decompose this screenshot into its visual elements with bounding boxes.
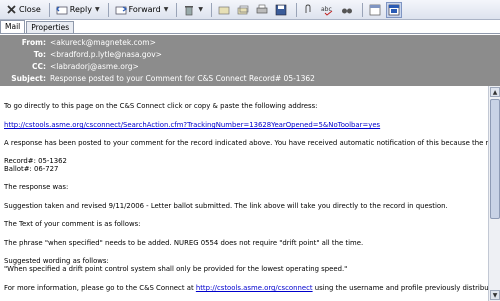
attachment-button[interactable]: [301, 2, 317, 18]
forward-button[interactable]: Forward ▼: [113, 2, 171, 18]
more-info-prefix: For more information, please go to the C…: [4, 284, 196, 292]
reply-label: Reply: [69, 5, 92, 14]
message-body[interactable]: To go directly to this page on the C&S C…: [0, 86, 488, 301]
response-text: Suggestion taken and revised 9/11/2006 -…: [4, 202, 448, 210]
forward-label: Forward: [128, 5, 161, 14]
toolbar-separator: [176, 2, 178, 17]
close-icon: [5, 4, 17, 16]
chevron-down-icon[interactable]: ▼: [164, 6, 169, 13]
folder-copy-icon: [237, 5, 249, 14]
scroll-up-arrow-icon[interactable]: ▲: [490, 87, 500, 97]
csconnect-link[interactable]: http://cstools.asme.org/csconnect: [196, 284, 313, 292]
message-header: From: <akureck@magnetek.com> To: <bradfo…: [0, 35, 500, 86]
forward-icon: [115, 4, 127, 16]
chevron-down-icon[interactable]: ▼: [95, 6, 100, 13]
reply-icon: [55, 4, 68, 16]
scroll-down-arrow-icon[interactable]: ▼: [490, 290, 500, 300]
paperclip-icon: [305, 4, 311, 13]
toolbar: Close Reply ▼ Forward ▼ ▼ abc: [0, 0, 500, 20]
toolbar-separator: [296, 2, 297, 17]
save-button[interactable]: [273, 2, 289, 18]
comment-text: The phrase "when specified" needs to be …: [4, 239, 364, 247]
to-label: To:: [33, 50, 46, 59]
response-heading: The response was:: [4, 183, 69, 191]
layout-icon: [369, 4, 381, 15]
preview-toggle-button[interactable]: [386, 1, 402, 18]
from-row: From: <akureck@magnetek.com>: [0, 38, 156, 48]
toolbar-separator: [211, 2, 212, 17]
printer-icon: [256, 4, 268, 13]
spellcheck-icon: abc: [321, 6, 333, 16]
to-row: To: <bradford.p.lytle@nasa.gov>: [0, 50, 162, 60]
trash-icon: [183, 4, 195, 16]
subject-label: Subject:: [11, 74, 46, 83]
cc-row: CC: <labradorj@asme.org>: [0, 62, 139, 72]
comment-heading: The Text of your comment is as follows:: [4, 220, 141, 228]
search-link[interactable]: http://cstools.asme.org/csconnect/Search…: [4, 121, 380, 130]
find-button[interactable]: [339, 2, 355, 18]
vertical-scrollbar[interactable]: ▲ ▼: [488, 86, 500, 301]
delete-button[interactable]: ▼: [181, 2, 205, 18]
subject-row: Subject: Response posted to your Comment…: [0, 74, 315, 84]
close-label: Close: [19, 5, 41, 14]
tab-strip: Mail Properties: [0, 20, 500, 34]
body-notification-text: A response has been posted to your comme…: [4, 139, 488, 147]
from-label: From:: [21, 38, 46, 47]
to-value[interactable]: <bradford.p.lytle@nasa.gov>: [50, 50, 162, 60]
toolbar-separator: [107, 2, 109, 17]
toolbar-separator: [48, 2, 50, 17]
tab-properties[interactable]: Properties: [26, 21, 75, 33]
folder-icon: [218, 6, 230, 14]
from-value[interactable]: <akureck@magnetek.com>: [50, 38, 156, 48]
cc-value[interactable]: <labradorj@asme.org>: [50, 62, 139, 72]
cc-label: CC:: [31, 62, 46, 71]
ballot-number: Ballot#: 06-727: [4, 165, 59, 173]
print-button[interactable]: [254, 2, 270, 18]
binoculars-icon: [342, 8, 352, 13]
view-toggle-button[interactable]: [367, 2, 383, 18]
subject-value: Response posted to your Comment for C&S …: [50, 74, 315, 83]
copy-button[interactable]: [235, 2, 251, 18]
suggested-text: "When specified a drift point control sy…: [4, 265, 348, 273]
close-button[interactable]: Close: [3, 2, 43, 18]
more-info-line: For more information, please go to the C…: [4, 284, 488, 293]
toolbar-separator: [362, 2, 363, 17]
chevron-down-icon[interactable]: ▼: [198, 6, 203, 13]
move-button[interactable]: [216, 2, 232, 18]
preview-pane-icon: [388, 4, 400, 15]
reply-button[interactable]: Reply ▼: [54, 2, 102, 18]
tab-mail[interactable]: Mail: [0, 20, 26, 33]
more-info-suffix: using the username and profile previousl…: [314, 284, 488, 292]
scrollbar-thumb[interactable]: [490, 99, 500, 219]
floppy-disk-icon: [275, 4, 287, 15]
body-intro-text: To go directly to this page on the C&S C…: [4, 102, 318, 110]
spellcheck-button[interactable]: abc: [320, 2, 336, 18]
